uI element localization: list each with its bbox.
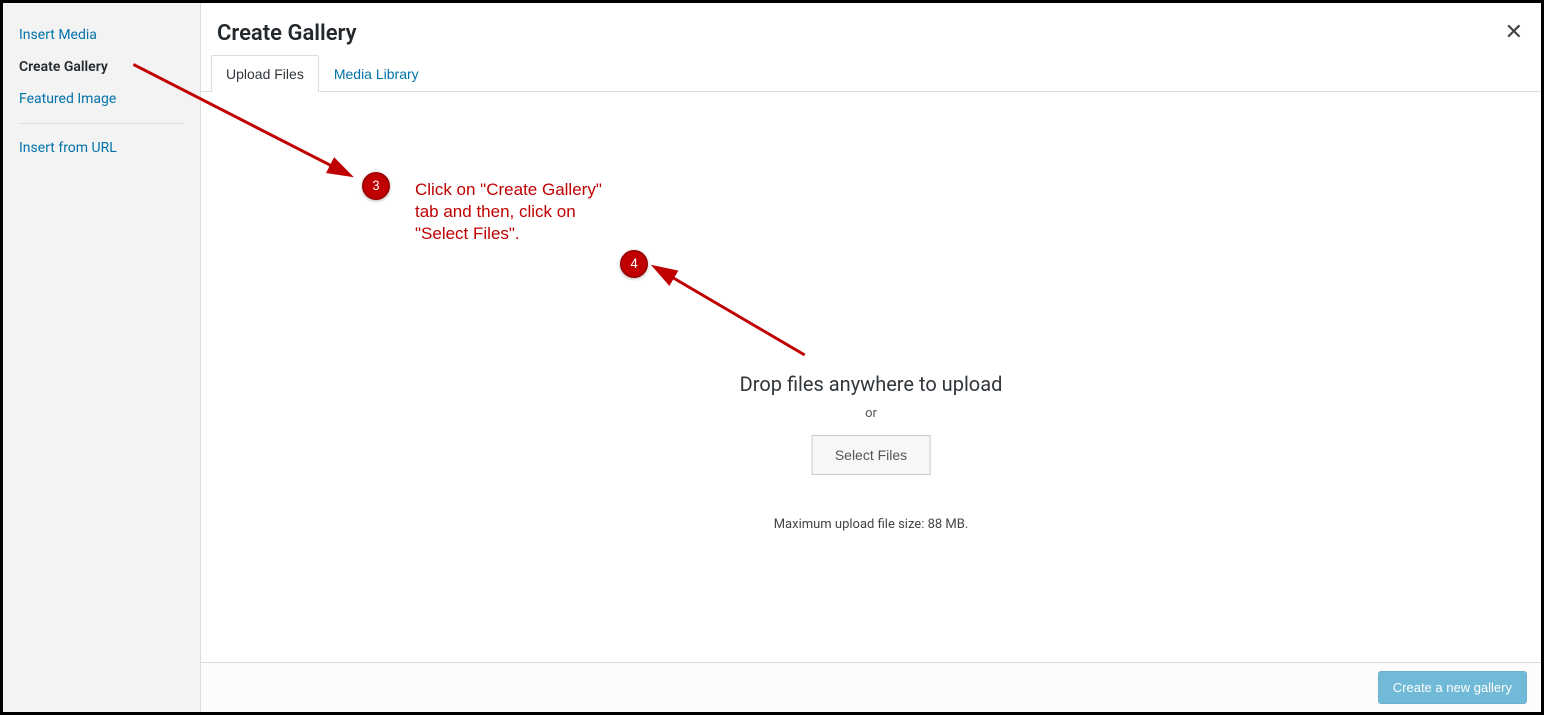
drop-area: Drop files anywhere to upload or Select … (740, 372, 1003, 532)
tab-upload-files[interactable]: Upload Files (211, 55, 319, 92)
max-upload-note: Maximum upload file size: 88 MB. (740, 517, 1003, 532)
select-files-button[interactable]: Select Files (812, 435, 930, 475)
media-modal: Insert Media Create Gallery Featured Ima… (3, 3, 1541, 712)
modal-title-bar: Create Gallery (201, 3, 1541, 54)
upload-panel: Drop files anywhere to upload or Select … (201, 92, 1541, 662)
sidebar-item-create-gallery[interactable]: Create Gallery (19, 51, 184, 83)
close-button[interactable]: ✕ (1505, 21, 1523, 43)
sidebar-item-insert-media[interactable]: Insert Media (19, 19, 184, 51)
sidebar-separator (19, 123, 184, 124)
drop-or-label: or (740, 406, 1003, 421)
tab-media-library[interactable]: Media Library (319, 55, 434, 92)
page-title: Create Gallery (217, 21, 1525, 46)
create-gallery-button[interactable]: Create a new gallery (1378, 671, 1527, 704)
sidebar-item-featured-image[interactable]: Featured Image (19, 83, 184, 115)
close-icon: ✕ (1505, 19, 1523, 44)
modal-footer: Create a new gallery (201, 662, 1541, 712)
media-sidebar: Insert Media Create Gallery Featured Ima… (3, 3, 201, 712)
media-main: ✕ Create Gallery Upload Files Media Libr… (201, 3, 1541, 712)
sidebar-item-insert-from-url[interactable]: Insert from URL (19, 132, 184, 164)
media-tabs: Upload Files Media Library (201, 54, 1541, 92)
drop-instruction: Drop files anywhere to upload (740, 372, 1003, 396)
